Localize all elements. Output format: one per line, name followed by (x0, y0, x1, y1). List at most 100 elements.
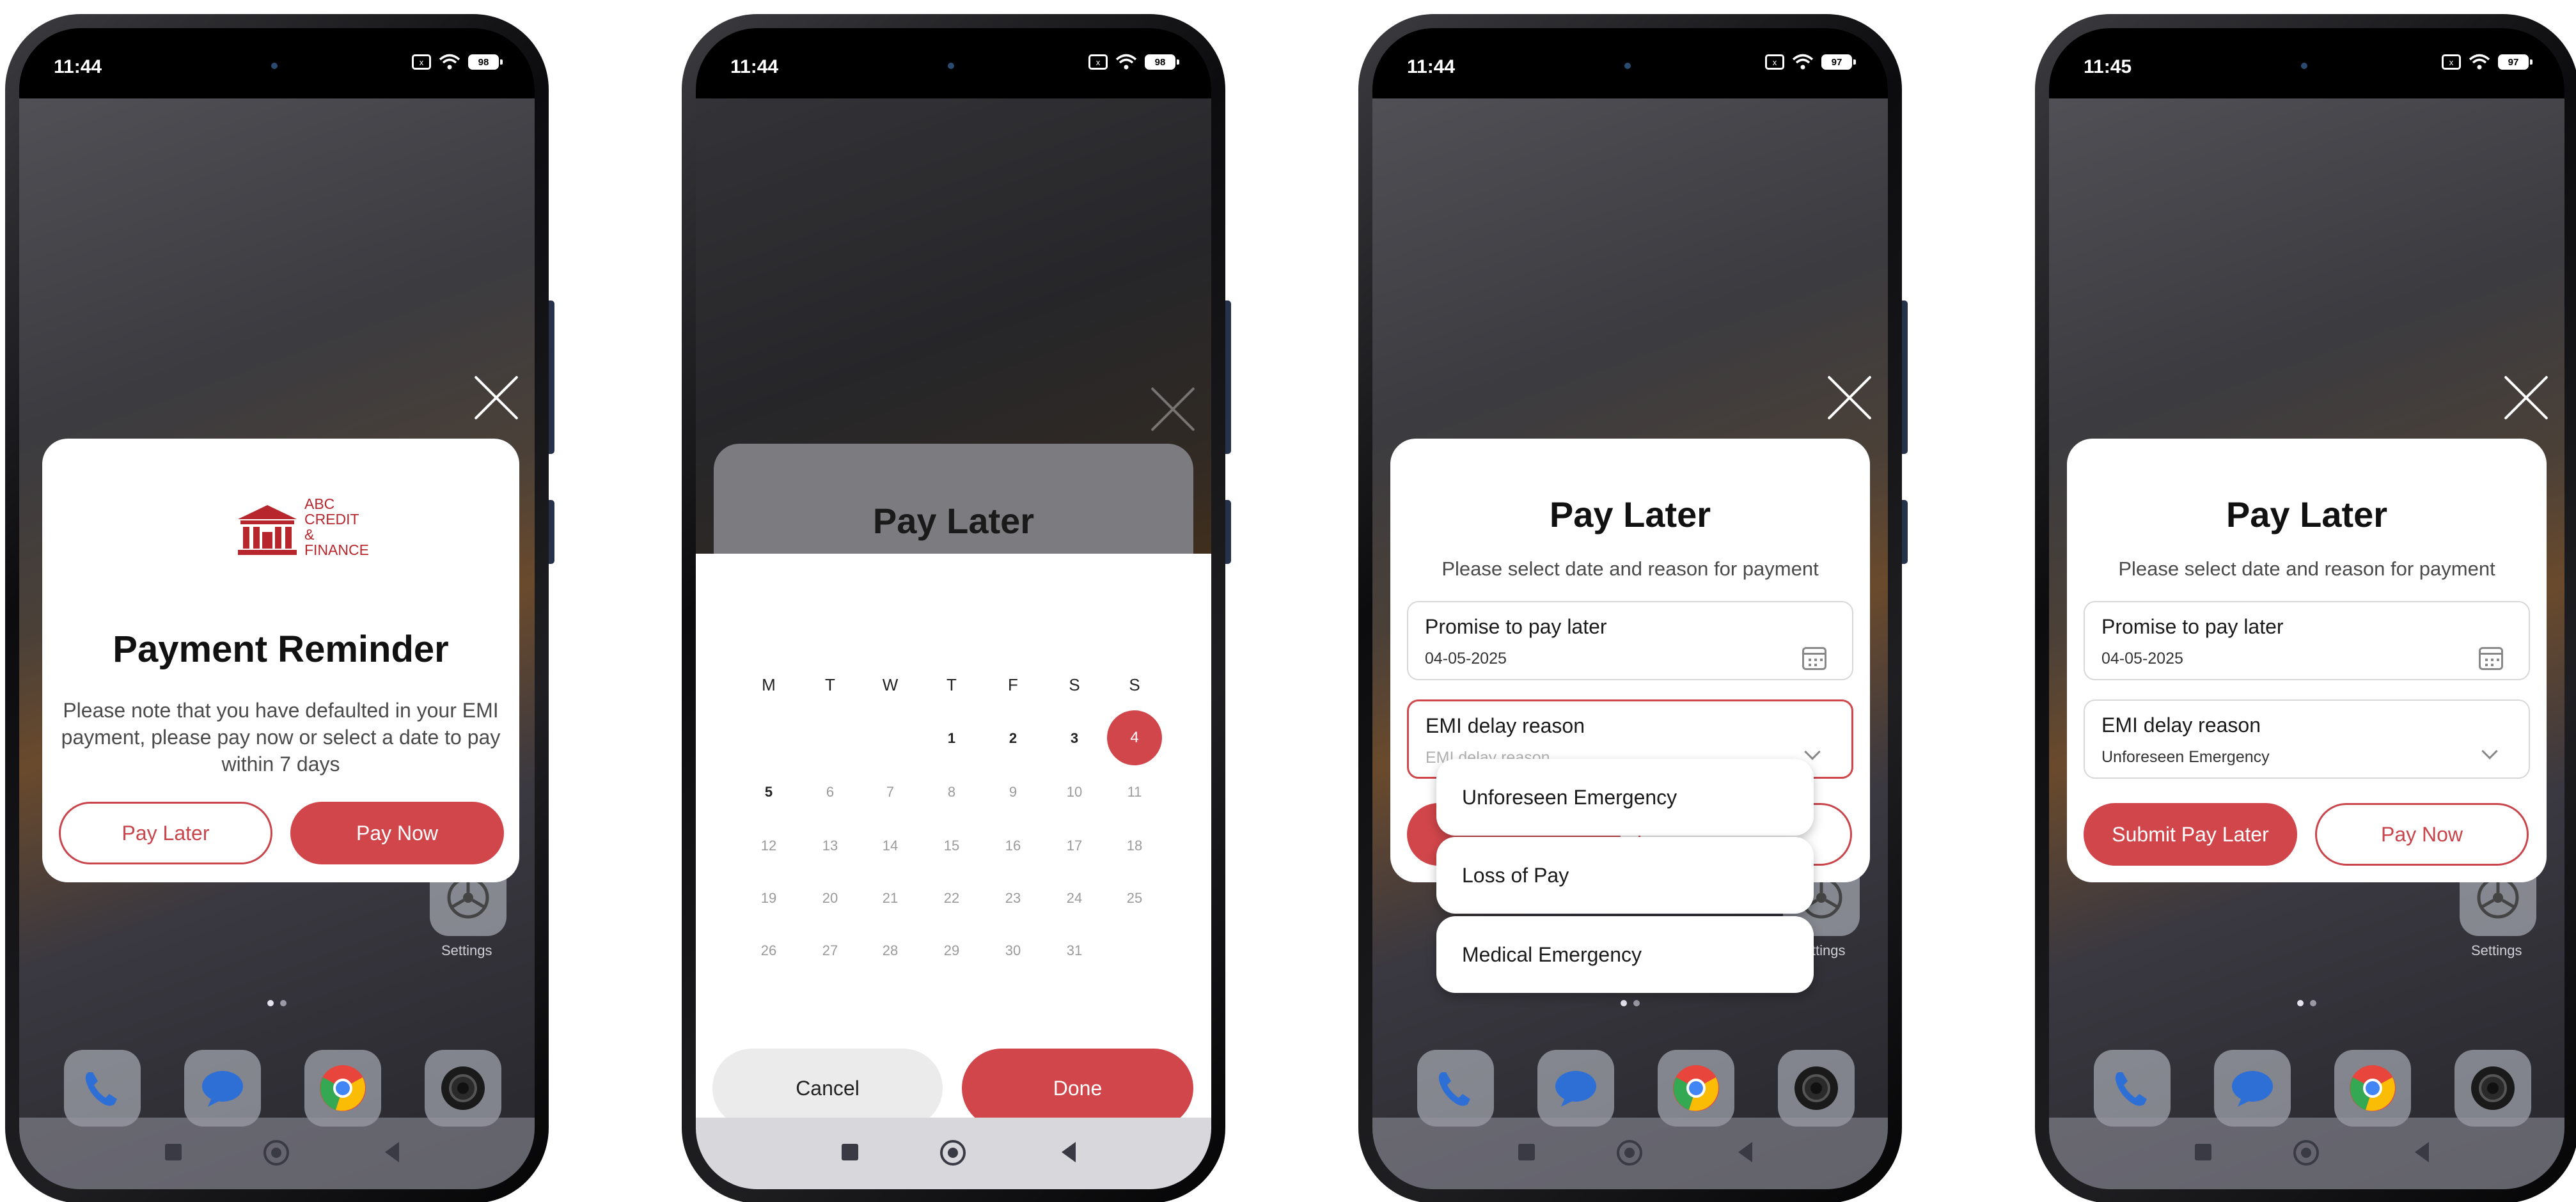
dropdown-option[interactable]: Unforeseen Emergency (1436, 759, 1814, 836)
calendar-day: 9 (1009, 784, 1017, 800)
dialog-title: Payment Reminder (113, 628, 449, 670)
calendar-sheet: M T W T F S S 1 2 3 4 5 6 7 8 9 10 11 12… (696, 554, 1211, 1129)
recents-button[interactable] (2195, 1144, 2211, 1160)
phone-4: 11:45 x 97 Settings Pay Later Please sel… (2035, 14, 2576, 1202)
calendar-icon[interactable] (1802, 647, 1826, 670)
delay-reason-field[interactable]: EMI delay reason Unforeseen Emergency (2084, 699, 2530, 779)
cancel-button[interactable]: Cancel (712, 1049, 943, 1128)
close-icon[interactable] (473, 375, 519, 421)
phone-app-icon[interactable] (2094, 1050, 2171, 1127)
calendar-day: 6 (826, 784, 835, 800)
chrome-app-icon[interactable] (1658, 1050, 1734, 1127)
selected-day[interactable]: 4 (1107, 710, 1162, 765)
submit-pay-later-button[interactable]: Submit Pay Later (2084, 803, 2297, 866)
status-time: 11:45 (2084, 56, 2132, 77)
option-label: Medical Emergency (1462, 943, 1642, 966)
phone-app-icon[interactable] (1417, 1050, 1494, 1127)
messages-app-icon[interactable] (184, 1050, 261, 1127)
close-icon[interactable] (1826, 375, 1873, 421)
home-button[interactable] (1617, 1140, 1642, 1166)
calendar-day: 24 (1066, 890, 1083, 906)
dialog-title: Pay Later (872, 501, 1035, 541)
phone-app-icon[interactable] (64, 1050, 141, 1127)
recents-button[interactable] (842, 1144, 858, 1160)
calendar-day[interactable]: 2 (994, 730, 1032, 747)
field-label: Promise to pay later (2101, 615, 2284, 638)
settings-app-label: Settings (441, 942, 492, 958)
screen-date-picker: 11:44 x 98 Pay Later M T W T F S S 1 2 3… (696, 28, 1211, 1189)
screen-reason-dropdown: 11:44 x 97 Settings Pay Later Please sel… (1372, 28, 1888, 1189)
pay-now-button[interactable]: Pay Now (290, 802, 504, 864)
status-bar: 11:45 x 97 (2049, 28, 2564, 98)
calendar-day: 18 (1126, 838, 1143, 854)
front-camera (1624, 63, 1631, 69)
calendar-icon[interactable] (2479, 647, 2503, 670)
weekday-header: F (1008, 675, 1018, 694)
battery-icon: 98 (468, 54, 503, 70)
pay-later-button[interactable]: Pay Later (59, 802, 272, 864)
chevron-down-icon[interactable] (1804, 744, 1821, 760)
battery-icon: 98 (1145, 54, 1179, 70)
camera-app-icon[interactable] (1778, 1050, 1855, 1127)
recents-button[interactable] (1518, 1144, 1535, 1160)
back-button[interactable] (385, 1142, 399, 1162)
chrome-app-icon[interactable] (2334, 1050, 2411, 1127)
nav-bar (696, 1118, 1211, 1189)
camera-app-icon[interactable] (2454, 1050, 2531, 1127)
page-indicator (2297, 1000, 2316, 1006)
messages-app-icon[interactable] (2214, 1050, 2291, 1127)
promise-date-field[interactable]: Promise to pay later 04-05-2025 (2084, 601, 2530, 680)
home-button[interactable] (2293, 1140, 2319, 1166)
calendar-day[interactable]: 1 (932, 730, 971, 747)
weekday-header: T (946, 675, 957, 694)
payment-reminder-dialog: ABC CREDIT & FINANCE Payment Reminder Pl… (42, 439, 519, 882)
sim-icon: x (1765, 54, 1784, 70)
date-value: 04-05-2025 (2101, 650, 2183, 667)
chrome-app-icon[interactable] (304, 1050, 381, 1127)
calendar-day: 17 (1066, 838, 1083, 854)
recents-button[interactable] (165, 1144, 182, 1160)
weekday-header: S (1069, 675, 1080, 694)
bank-logo: ABC CREDIT & FINANCE (234, 496, 388, 566)
camera-app-icon[interactable] (425, 1050, 501, 1127)
done-button[interactable]: Done (962, 1049, 1193, 1128)
dropdown-option[interactable]: Loss of Pay (1436, 837, 1814, 914)
battery-icon: 97 (2498, 54, 2533, 70)
back-button[interactable] (1738, 1142, 1752, 1162)
calendar-day: 13 (822, 838, 838, 854)
phone-1: 11:44 x 98 Settings ABC CREDIT & FINANCE… (5, 14, 554, 1202)
calendar-day: 30 (1005, 942, 1021, 958)
calendar-day[interactable]: 3 (1055, 730, 1094, 747)
pay-now-button[interactable]: Pay Now (2315, 803, 2529, 866)
close-icon[interactable] (2503, 375, 2549, 421)
reason-value: Unforeseen Emergency (2101, 748, 2270, 766)
messages-app-icon[interactable] (1537, 1050, 1614, 1127)
home-button[interactable] (263, 1140, 289, 1166)
wifi-icon (1792, 54, 1814, 70)
field-label: EMI delay reason (1425, 714, 1585, 737)
dialog-title: Pay Later (1549, 494, 1711, 535)
reason-dropdown-menu: Unforeseen Emergency Loss of Pay Medical… (1436, 759, 1814, 1002)
chevron-down-icon[interactable] (2481, 743, 2498, 760)
home-button[interactable] (940, 1140, 966, 1166)
front-camera (2301, 63, 2307, 69)
status-icons: x 97 (2442, 54, 2533, 70)
bank-building-icon (238, 505, 297, 555)
calendar-day: 10 (1066, 784, 1083, 800)
status-bar: 11:44 x 98 (696, 28, 1211, 98)
wifi-icon (1115, 54, 1137, 70)
logo-text: ABC CREDIT & FINANCE (304, 496, 369, 558)
back-button[interactable] (1062, 1142, 1076, 1162)
weekday-header: M (762, 675, 776, 694)
volume-button (1225, 300, 1231, 454)
promise-date-field[interactable]: Promise to pay later 04-05-2025 (1407, 601, 1853, 680)
weekday-header: W (882, 675, 899, 694)
back-button[interactable] (2415, 1142, 2429, 1162)
wifi-icon (439, 54, 460, 70)
dropdown-option[interactable]: Medical Emergency (1436, 916, 1814, 993)
settings-app-label: Settings (2471, 942, 2522, 958)
field-label: Promise to pay later (1425, 615, 1607, 638)
calendar-day: 11 (1127, 784, 1142, 800)
calendar-day[interactable]: 5 (750, 784, 788, 800)
calendar-day: 12 (760, 838, 777, 854)
